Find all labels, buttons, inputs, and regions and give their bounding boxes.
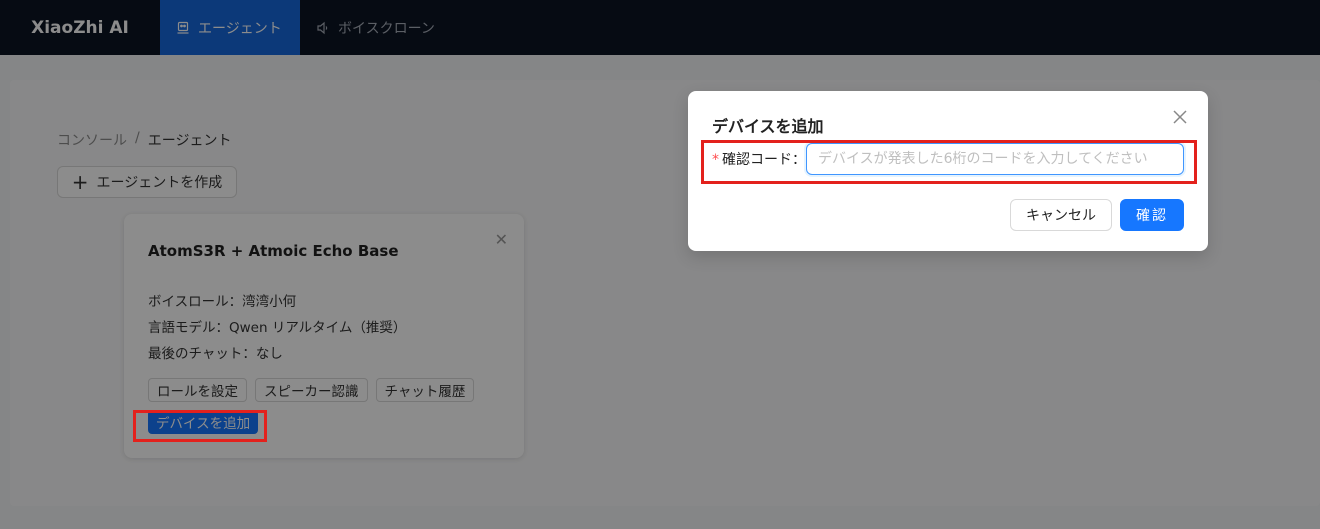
close-icon[interactable] xyxy=(1172,109,1188,125)
verification-code-input[interactable] xyxy=(806,143,1184,175)
modal-mask[interactable] xyxy=(0,0,1320,529)
code-field-label: * 確認コード： xyxy=(712,149,806,169)
add-device-modal: デバイスを追加 *確認コード： キャンセル 確認 xyxy=(688,91,1208,251)
cancel-button[interactable]: キャンセル xyxy=(1010,199,1112,231)
code-field-row: * 確認コード： xyxy=(712,143,1184,175)
confirm-button[interactable]: 確認 xyxy=(1120,199,1184,231)
code-field-label-text: 確認コード： xyxy=(722,152,806,168)
required-mark: * xyxy=(712,152,719,168)
modal-footer: キャンセル 確認 xyxy=(1010,199,1184,231)
modal-title: デバイスを追加 xyxy=(712,117,824,136)
